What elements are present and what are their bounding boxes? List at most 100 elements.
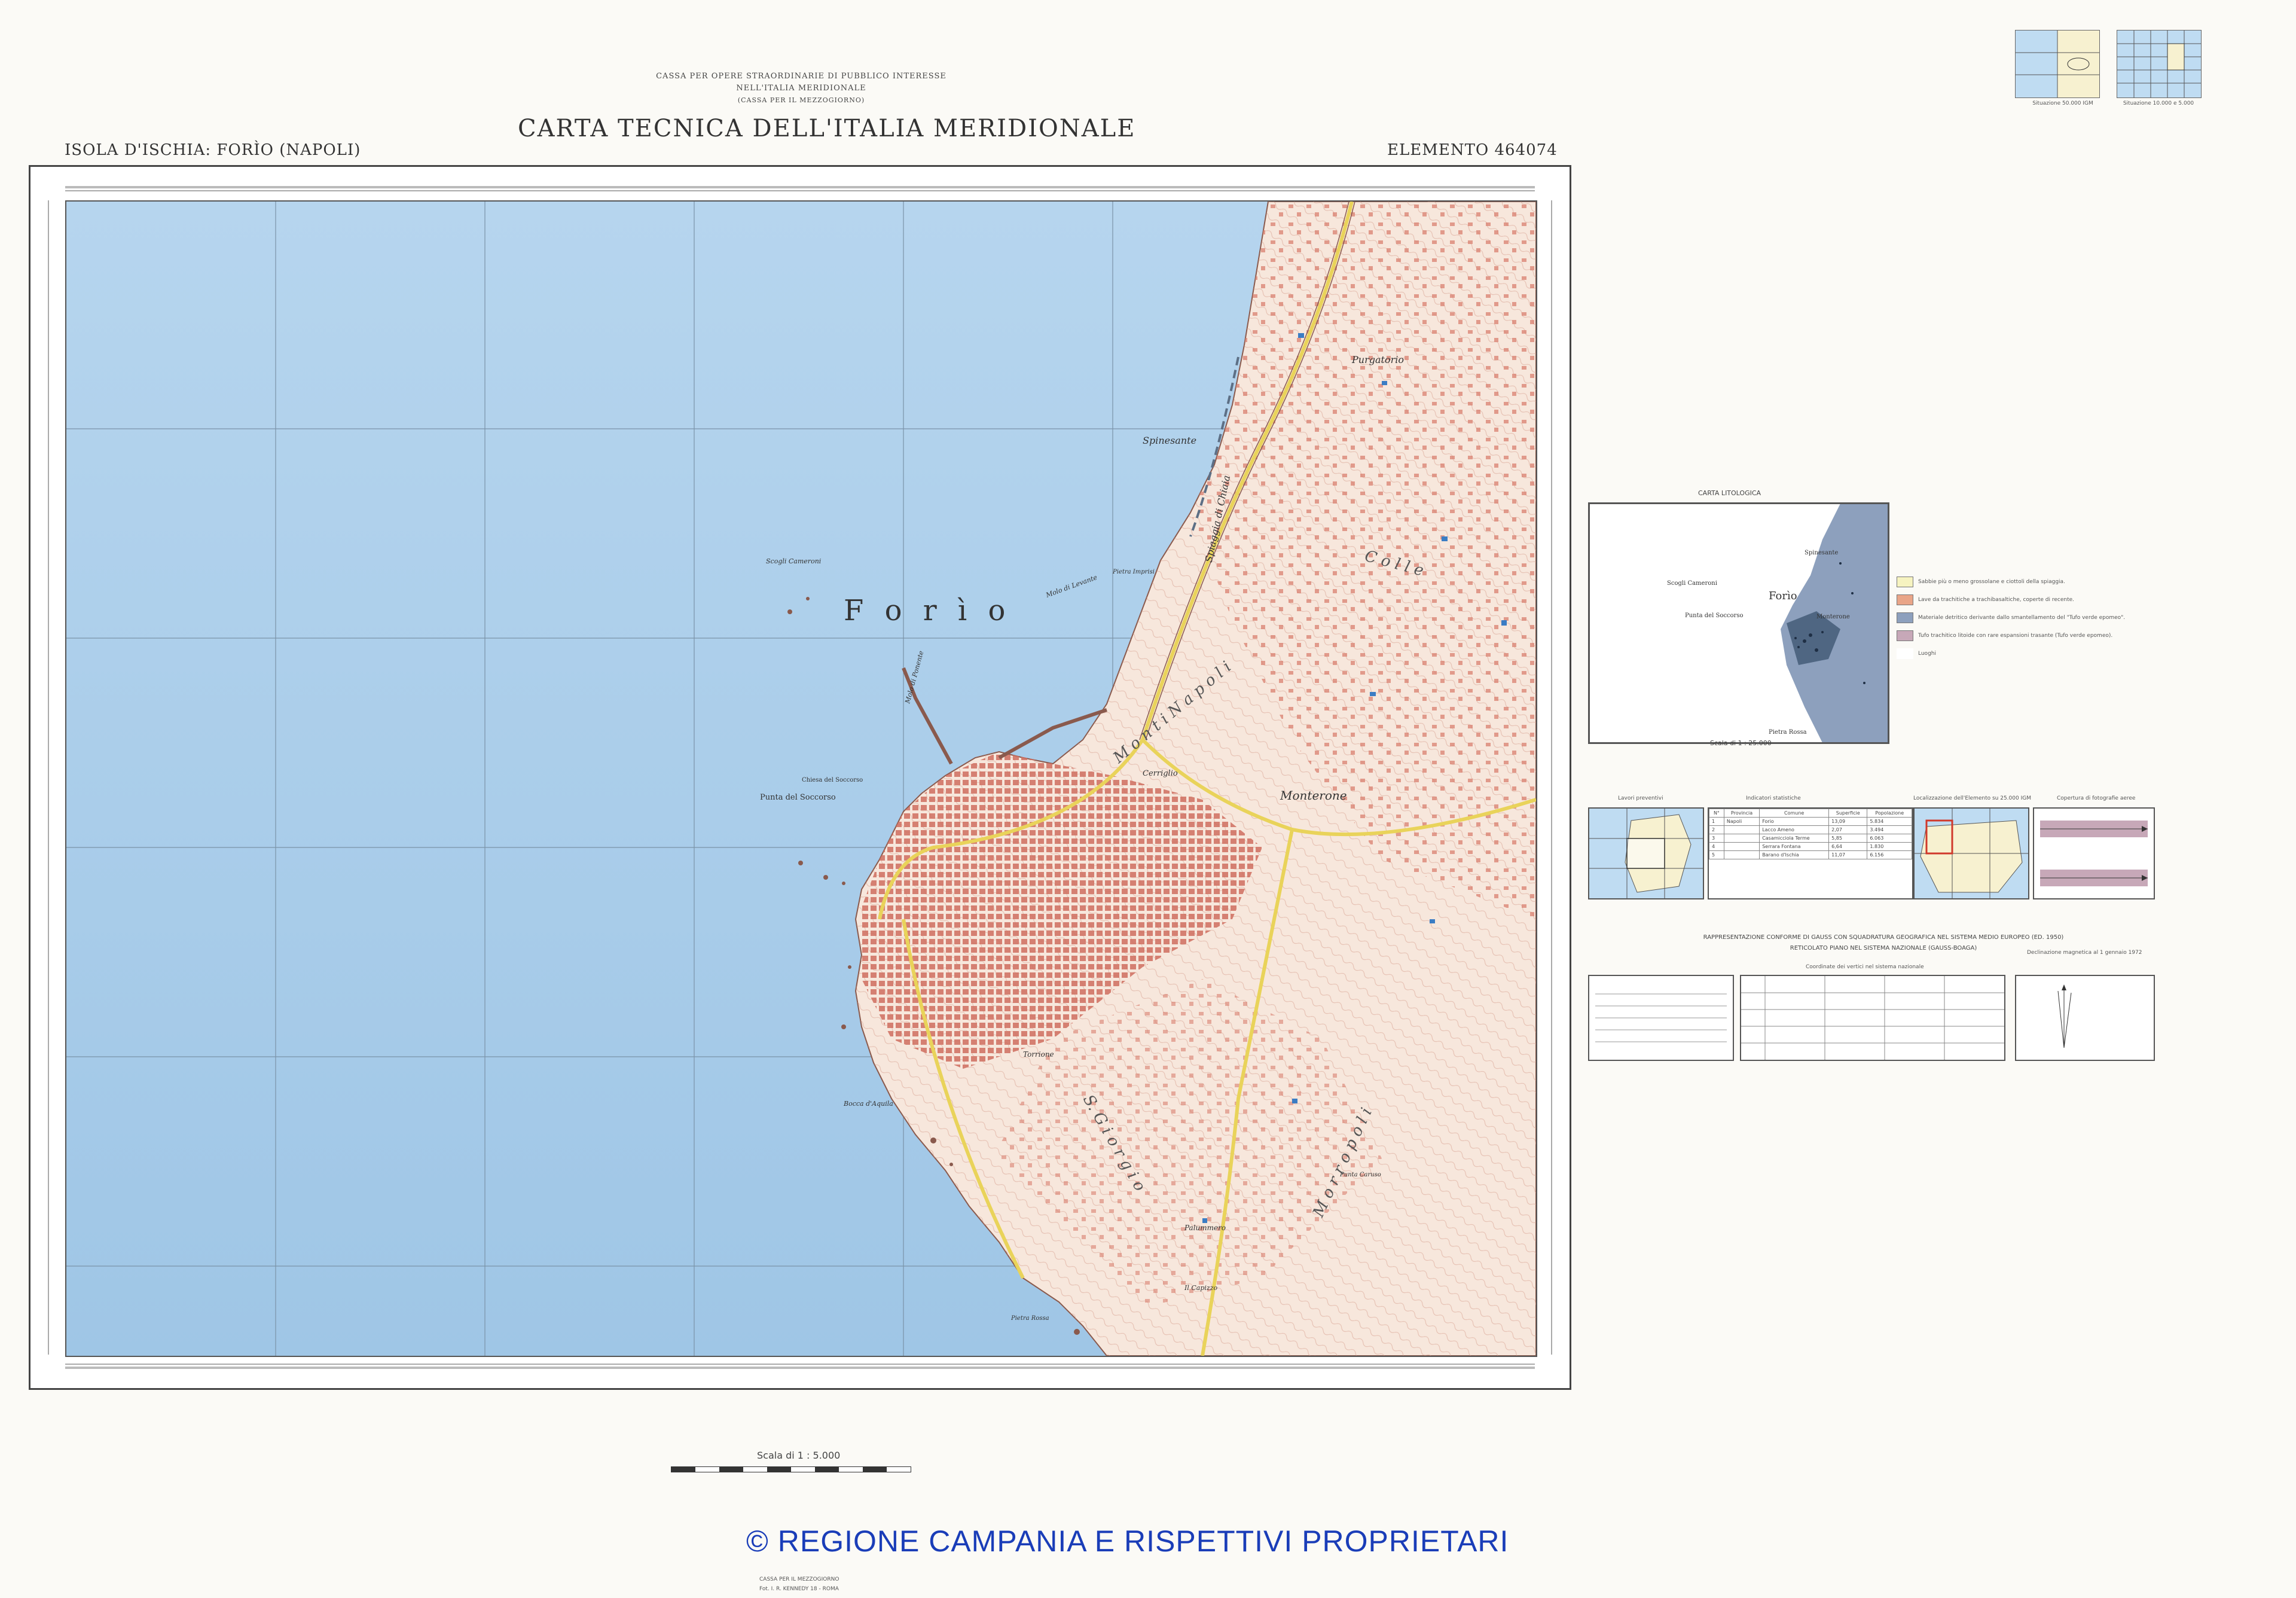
legend-row-5: Luoghi — [1897, 648, 2136, 659]
stats-title: Indicatori statistiche — [1746, 795, 1801, 801]
coord-title: Coordinate dei vertici nel sistema nazio… — [1806, 964, 1924, 970]
cell: Casamicciola Terme — [1759, 834, 1830, 843]
legend-text-5: Luoghi — [1918, 651, 1936, 657]
scale-label: Scala di 1 : 5.000 — [757, 1450, 841, 1461]
cell: 1.830 — [1867, 842, 1912, 851]
legend-row-4: Tufo trachitico litoide con rare espansi… — [1897, 630, 2136, 641]
scale-bar — [671, 1466, 911, 1472]
location-panel — [1913, 807, 2029, 899]
cell: Lacco Ameno — [1759, 825, 1830, 834]
litho-place-spinesante: Spinesante — [1805, 550, 1838, 556]
cell: Barano d'Ischia — [1759, 850, 1830, 859]
cell — [1723, 842, 1760, 851]
location-title: Localizzazione dell'Elemento su 25.000 I… — [1913, 795, 2031, 801]
cell — [1723, 850, 1760, 859]
cell: 5.834 — [1867, 817, 1912, 826]
adjacent-sheets-panel — [1588, 807, 1704, 899]
cell: 6,64 — [1828, 842, 1868, 851]
litho-place-forio: Forìo — [1769, 590, 1797, 602]
cell: 11,07 — [1828, 850, 1868, 859]
photo-panel — [2033, 807, 2155, 899]
publisher-line-2: Fot. I. R. KENNEDY 18 - ROMA — [759, 1586, 839, 1592]
cell: Forio — [1759, 817, 1830, 826]
decl-title: Declinazione magnetica al 1 gennaio 1972 — [2027, 950, 2142, 956]
cell: 3 — [1709, 834, 1724, 843]
table-row: 5 Barano d'Ischia 11,07 6.156 — [1709, 850, 1912, 859]
legend-swatch-1 — [1897, 577, 1913, 587]
org-line-3: (CASSA PER IL MEZZOGIORNO) — [737, 96, 865, 104]
photo-title: Copertura di fotografie aeree — [2057, 795, 2136, 801]
stats-table: N° Provincia Comune Superficie Popolazio… — [1709, 809, 1912, 859]
element-label: ELEMENTO — [1387, 141, 1489, 159]
stats-th-3: Comune — [1759, 809, 1830, 818]
cell: 13,09 — [1828, 817, 1868, 826]
legend-swatch-3 — [1897, 612, 1913, 623]
legend-row-1: Sabbie più o meno grossolane e ciottoli … — [1897, 577, 2136, 587]
copyright-text: © REGIONE CAMPANIA E RISPETTIVI PROPRIET… — [746, 1524, 1509, 1558]
element-number: 464074 — [1494, 141, 1558, 159]
litho-panel: Spinesante Scogli Cameroni Forìo Punta d… — [1588, 502, 1889, 744]
transform-example-panel — [1588, 975, 1734, 1061]
org-line-1: CASSA PER OPERE STRAORDINARIE DI PUBBLIC… — [656, 72, 947, 81]
table-row: 4 Serrara Fontana 6,64 1.830 — [1709, 842, 1912, 851]
stats-th-2: Provincia — [1723, 809, 1760, 818]
frame-ticks — [48, 186, 1552, 1369]
cell: Serrara Fontana — [1759, 842, 1830, 851]
stats-panel: N° Provincia Comune Superficie Popolazio… — [1708, 807, 1913, 899]
cell: 5,85 — [1828, 834, 1868, 843]
coord-grid — [1741, 976, 2004, 1060]
legend-text-2: Lave da trachitiche a trachibasaltiche, … — [1918, 597, 2075, 603]
publisher-line-1: CASSA PER IL MEZZOGIORNO — [759, 1576, 839, 1582]
adjacent-sheets-graphic — [1589, 809, 1703, 898]
cell: 2,07 — [1828, 825, 1868, 834]
legend-swatch-4 — [1897, 630, 1913, 641]
adjacent-title: Lavori preventivi — [1618, 795, 1663, 801]
litho-scale: Scala di 1 : 25.000 — [1710, 739, 1772, 747]
litho-place-scogli: Scogli Cameroni — [1667, 580, 1717, 587]
index-caption-right: Situazione 10.000 e 5.000 — [2123, 100, 2194, 106]
cell: Napoli — [1723, 817, 1760, 826]
index-map-10000 — [2117, 30, 2202, 98]
litho-place-monterone: Monterone — [1816, 614, 1850, 620]
cell: 4 — [1709, 842, 1724, 851]
projection-line-1: RAPPRESENTAZIONE CONFORME DI GAUSS CON S… — [1703, 934, 2064, 941]
stats-header-row: N° Provincia Comune Superficie Popolazio… — [1709, 809, 1912, 818]
index-map-10000-graphic — [2117, 31, 2201, 97]
element-id: ELEMENTO 464074 — [1387, 141, 1558, 159]
cell: 3.494 — [1867, 825, 1912, 834]
coord-panel — [1740, 975, 2005, 1061]
cell: 5 — [1709, 850, 1724, 859]
org-line-2: NELL'ITALIA MERIDIONALE — [736, 84, 866, 93]
legend-swatch-2 — [1897, 594, 1913, 605]
legend-text-3: Materiale detritico derivante dallo sman… — [1918, 615, 2126, 621]
litho-map-graphic: Spinesante Scogli Cameroni Forìo Punta d… — [1589, 503, 1889, 743]
header-org: CASSA PER OPERE STRAORDINARIE DI PUBBLIC… — [622, 71, 981, 106]
index-caption-left: Situazione 50.000 IGM — [2032, 100, 2093, 106]
index-map-50000 — [2015, 30, 2100, 98]
litho-legend: Sabbie più o meno grossolane e ciottoli … — [1897, 577, 2136, 666]
declination-diagram — [2057, 984, 2072, 1048]
map-frame: F o r ì o Purgatorio Spinesante Scogli C… — [29, 165, 1571, 1390]
table-row: 1 Napoli Forio 13,09 5.834 — [1709, 817, 1912, 826]
legend-swatch-5 — [1897, 648, 1913, 659]
legend-text-1: Sabbie più o meno grossolane e ciottoli … — [1918, 579, 2065, 585]
transform-lines — [1595, 993, 1727, 1042]
sheet-name: ISOLA D'ISCHIA: FORÌO (NAPOLI) — [65, 141, 361, 159]
table-row: 3 Casamicciola Terme 5,85 6.063 — [1709, 834, 1912, 843]
legend-text-4: Tufo trachitico litoide con rare espansi… — [1918, 633, 2113, 639]
stats-th-1: N° — [1709, 809, 1724, 818]
page-title: CARTA TECNICA DELL'ITALIA MERIDIONALE — [518, 115, 1136, 142]
photo-graphic — [2034, 809, 2154, 898]
litho-place-soccorso: Punta del Soccorso — [1685, 612, 1744, 619]
stats-th-5: Popolazione — [1867, 809, 1912, 818]
location-graphic — [1915, 809, 2028, 898]
cell: 1 — [1709, 817, 1724, 826]
cell: 6.063 — [1867, 834, 1912, 843]
stats-th-4: Superficie — [1828, 809, 1868, 818]
table-row: 2 Lacco Ameno 2,07 3.494 — [1709, 825, 1912, 834]
litho-title: CARTA LITOLOGICA — [1698, 489, 1761, 497]
litho-place-pietra-rossa: Pietra Rossa — [1769, 729, 1807, 736]
cell: 2 — [1709, 825, 1724, 834]
legend-row-2: Lave da trachitiche a trachibasaltiche, … — [1897, 594, 2136, 605]
index-map-50000-graphic — [2016, 31, 2099, 97]
